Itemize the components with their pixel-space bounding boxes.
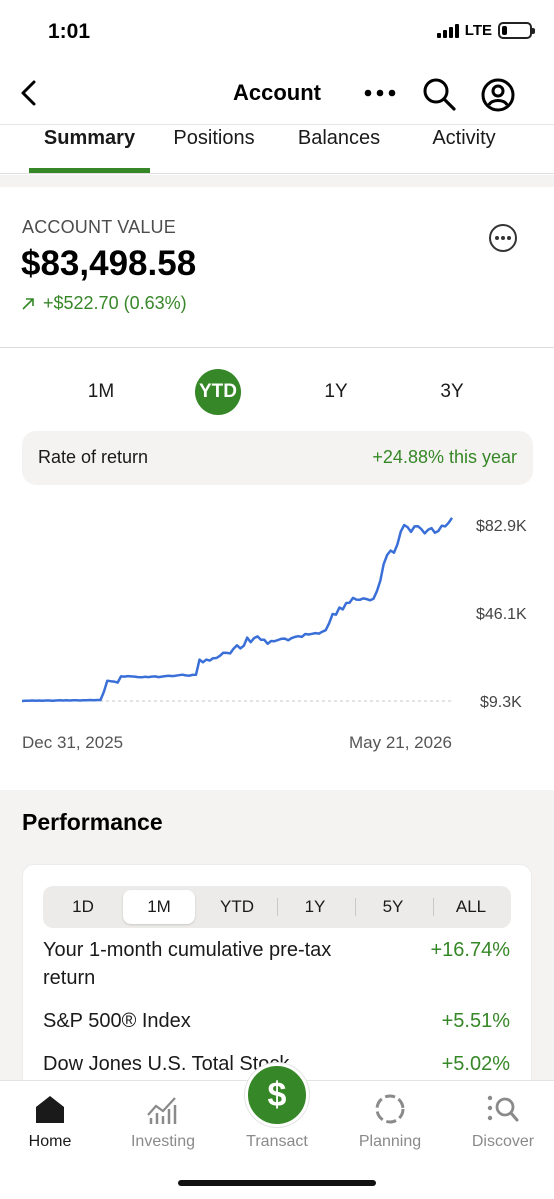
performance-period-selector: 1D 1M YTD 1Y 5Y ALL: [43, 886, 511, 928]
network-label: LTE: [464, 22, 492, 39]
segment-all[interactable]: ALL: [435, 890, 507, 924]
performance-title: Performance: [22, 809, 163, 835]
account-change-value: +$522.70 (0.63%): [43, 293, 187, 313]
segment-1m[interactable]: 1M: [123, 890, 195, 924]
section-separator: [0, 175, 554, 187]
nav-header: Account: [0, 64, 554, 124]
performance-row-value: +5.51%: [441, 1010, 510, 1032]
planning-circle-icon: [370, 1089, 410, 1129]
divider: [0, 347, 554, 348]
segment-1d[interactable]: 1D: [47, 890, 119, 924]
home-indicator: [178, 1180, 376, 1186]
y-tick-label: $46.1K: [476, 606, 527, 623]
tab-positions[interactable]: Positions: [160, 125, 268, 173]
segment-ytd[interactable]: YTD: [201, 890, 273, 924]
performance-row-label: S&P 500® Index: [43, 1010, 191, 1032]
account-value: $83,498.58: [21, 244, 197, 283]
status-indicators: LTE: [436, 22, 535, 39]
search-button[interactable]: [419, 74, 459, 114]
account-change: +$522.70 (0.63%): [21, 293, 187, 314]
transact-button[interactable]: $: [245, 1063, 309, 1127]
account-value-chart[interactable]: $82.9K $46.1K $9.3K Dec 31, 2025 May 21,…: [0, 495, 554, 765]
period-1y[interactable]: 1Y: [313, 370, 359, 414]
tab-activity[interactable]: Activity: [410, 125, 518, 173]
ellipsis-icon: [364, 89, 396, 97]
arrow-up-right-icon: [22, 297, 34, 310]
nav-label: Discover: [471, 1133, 535, 1150]
tab-summary[interactable]: Summary: [29, 125, 150, 173]
account-options-button[interactable]: [487, 222, 519, 254]
performance-row-label: Your 1-month cumulative pre-tax return: [43, 939, 332, 989]
search-icon: [423, 78, 456, 111]
more-button[interactable]: [360, 78, 400, 108]
status-time: 1:01: [48, 20, 91, 43]
user-circle-icon: [481, 78, 515, 112]
nav-label: Planning: [358, 1133, 422, 1150]
home-icon: [30, 1089, 70, 1129]
more-circle-icon: [489, 224, 517, 252]
rate-value: +24.88% this year: [372, 447, 517, 467]
nav-label: Transact: [246, 1133, 308, 1150]
dollar-icon: $: [267, 1075, 287, 1114]
account-tabs: Summary Positions Balances Activity: [0, 124, 554, 174]
y-tick-label: $82.9K: [476, 518, 527, 535]
segment-divider: [433, 898, 434, 916]
chart-line: [21, 517, 454, 703]
nav-label: Home: [28, 1133, 72, 1150]
status-bar: 1:01 LTE: [0, 0, 554, 64]
discover-search-icon: [483, 1089, 523, 1129]
segment-divider: [355, 898, 356, 916]
battery-icon: [498, 22, 535, 39]
x-end-label: May 21, 2026: [349, 733, 452, 752]
performance-row-value: +16.74%: [430, 939, 510, 961]
page-title: Account: [233, 80, 321, 105]
tab-balances[interactable]: Balances: [285, 125, 393, 173]
rate-label: Rate of return: [38, 447, 149, 467]
performance-row-value: +5.02%: [441, 1053, 510, 1075]
nav-label: Investing: [130, 1133, 196, 1150]
rate-of-return: Rate of return +24.88% this year: [22, 431, 533, 485]
segment-1y[interactable]: 1Y: [279, 890, 351, 924]
period-1m[interactable]: 1M: [78, 370, 124, 414]
x-start-label: Dec 31, 2025: [22, 733, 123, 752]
chart-bars-icon: [143, 1089, 183, 1129]
account-value-label: ACCOUNT VALUE: [22, 217, 176, 237]
segment-5y[interactable]: 5Y: [357, 890, 429, 924]
signal-icon: [436, 23, 459, 38]
period-ytd[interactable]: YTD: [195, 369, 241, 415]
active-tab-indicator: [29, 168, 150, 173]
period-3y[interactable]: 3Y: [429, 370, 475, 414]
profile-button[interactable]: [477, 74, 519, 116]
segment-divider: [277, 898, 278, 916]
y-tick-label: $9.3K: [480, 694, 522, 711]
